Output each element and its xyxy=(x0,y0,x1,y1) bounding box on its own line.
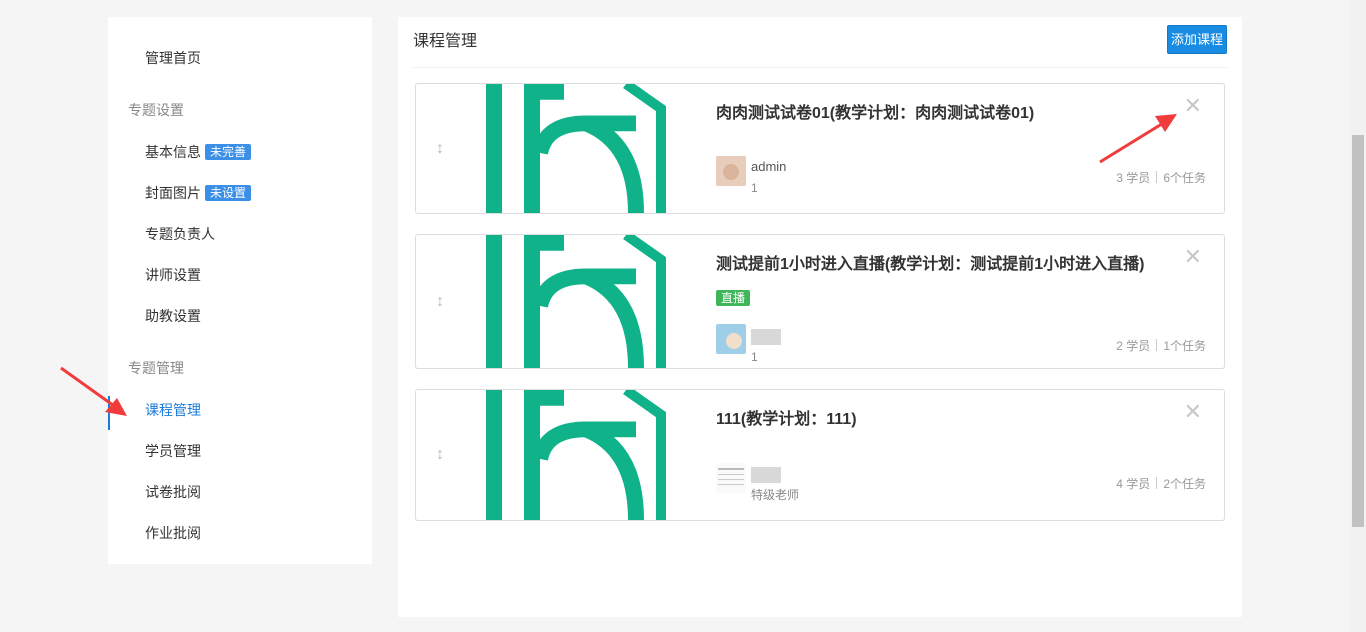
course-card: ↕ 肉肉测试试卷01(教学计划：肉肉测试试卷01) ✕ admin 1 3 学员… xyxy=(415,83,1225,214)
teacher-name-blurred xyxy=(751,328,781,345)
teacher-title: 1 xyxy=(751,350,758,364)
avatar-image-icon xyxy=(716,156,746,186)
sidebar-item-label: 封面图片 xyxy=(145,185,201,201)
sidebar-section-settings: 专题设置 xyxy=(128,102,184,118)
sidebar-item-home[interactable]: 管理首页 xyxy=(145,48,201,68)
course-title[interactable]: 肉肉测试试卷01(教学计划：肉肉测试试卷01) xyxy=(716,103,1034,125)
avatar-image-icon xyxy=(716,463,746,493)
course-cover-image[interactable] xyxy=(486,390,680,520)
cover-logo-icon xyxy=(486,390,666,520)
avatar xyxy=(716,156,746,186)
drag-handle-icon[interactable]: ↕ xyxy=(436,140,444,158)
divider xyxy=(413,67,1227,68)
teacher-name: admin xyxy=(751,159,787,174)
sidebar-item-assistant[interactable]: 助教设置 xyxy=(145,306,201,326)
drag-handle-icon[interactable]: ↕ xyxy=(436,446,444,464)
sidebar-item-homework-review[interactable]: 作业批阅 xyxy=(145,523,201,543)
close-icon[interactable]: ✕ xyxy=(1184,245,1202,269)
active-indicator xyxy=(108,396,110,430)
sidebar-item-basic-info[interactable]: 基本信息 未完善 xyxy=(145,142,252,162)
sidebar-item-exam-review[interactable]: 试卷批阅 xyxy=(145,482,201,502)
sidebar-item-student-manage[interactable]: 学员管理 xyxy=(145,441,201,461)
page-title: 课程管理 xyxy=(413,33,478,50)
close-icon[interactable]: ✕ xyxy=(1184,400,1202,424)
live-tag: 直播 xyxy=(716,290,751,306)
sidebar-item-cover-image[interactable]: 封面图片 未设置 xyxy=(145,183,252,203)
task-count: 6个任务 xyxy=(1163,171,1206,185)
main-panel: 课程管理 添加课程 ↕ 肉肉测试试卷01(教学计划：肉肉测试试卷01) ✕ ad… xyxy=(398,17,1242,617)
sidebar-item-lecturer[interactable]: 讲师设置 xyxy=(145,265,201,285)
avatar xyxy=(716,324,746,354)
add-course-button[interactable]: 添加课程 xyxy=(1167,25,1227,54)
task-count: 2个任务 xyxy=(1163,477,1206,491)
sidebar-item-course-manage[interactable]: 课程管理 xyxy=(145,400,201,420)
avatar xyxy=(716,463,746,493)
sidebar: 管理首页 专题设置 基本信息 未完善 封面图片 未设置 专题负责人 讲师设置 助教设… xyxy=(108,17,372,564)
sidebar-item-label: 基本信息 xyxy=(145,144,201,160)
cover-logo-icon xyxy=(486,235,666,368)
course-cover-image[interactable] xyxy=(486,84,680,213)
teacher-title: 1 xyxy=(751,181,758,195)
course-stats: 2 学员 1个任务 xyxy=(1116,339,1206,353)
student-count: 2 学员 xyxy=(1116,339,1151,353)
course-card: ↕ 测试提前1小时进入直播(教学计划：测试提前1小时进入直播) ✕ 直播 1 2… xyxy=(415,234,1225,369)
scrollbar-thumb[interactable] xyxy=(1352,135,1364,527)
avatar-image-icon xyxy=(716,324,746,354)
teacher-name-blurred xyxy=(751,466,781,483)
page: 管理首页 专题设置 基本信息 未完善 封面图片 未设置 专题负责人 讲师设置 助教设… xyxy=(0,0,1366,632)
teacher-title: 特级老师 xyxy=(751,488,800,502)
task-count: 1个任务 xyxy=(1163,339,1206,353)
sidebar-section-manage: 专题管理 xyxy=(128,360,184,376)
student-count: 3 学员 xyxy=(1116,171,1151,185)
course-stats: 3 学员 6个任务 xyxy=(1116,171,1206,185)
incomplete-badge: 未完善 xyxy=(205,144,252,160)
drag-handle-icon[interactable]: ↕ xyxy=(436,293,444,311)
course-card: ↕ 111(教学计划：111) ✕ 特级老师 4 学员 2个任务 xyxy=(415,389,1225,521)
course-title[interactable]: 测试提前1小时进入直播(教学计划：测试提前1小时进入直播) xyxy=(716,254,1144,276)
cover-logo-icon xyxy=(486,84,666,213)
course-cover-image[interactable] xyxy=(486,235,680,368)
close-icon[interactable]: ✕ xyxy=(1184,94,1202,118)
not-set-badge: 未设置 xyxy=(205,185,252,201)
course-stats: 4 学员 2个任务 xyxy=(1116,477,1206,491)
student-count: 4 学员 xyxy=(1116,477,1151,491)
sidebar-item-owner[interactable]: 专题负责人 xyxy=(145,224,215,244)
course-title[interactable]: 111(教学计划：111) xyxy=(716,409,857,431)
